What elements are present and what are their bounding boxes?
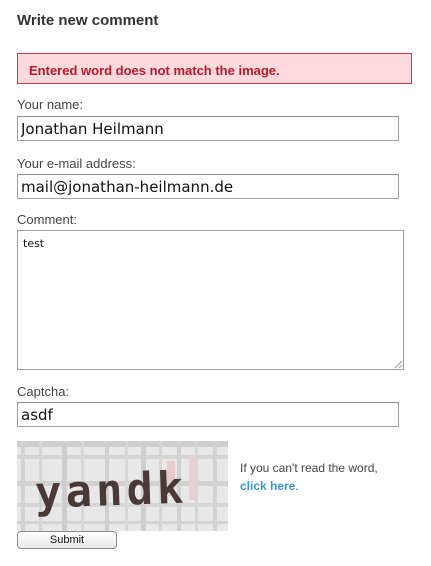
captcha-image: yandk xyxy=(17,441,228,531)
name-input[interactable] xyxy=(17,116,399,141)
captcha-input[interactable] xyxy=(17,402,399,427)
click-here-link[interactable]: click here xyxy=(240,479,295,493)
error-message: Entered word does not match the image. xyxy=(17,53,412,84)
name-label: Your name: xyxy=(17,97,84,112)
captcha-label: Captcha: xyxy=(17,384,70,399)
page-title: Write new comment xyxy=(17,12,159,29)
comment-label: Comment: xyxy=(17,212,77,227)
email-label: Your e-mail address: xyxy=(17,156,136,171)
captcha-word: yandk xyxy=(34,463,188,519)
submit-button[interactable]: Submit xyxy=(17,531,117,549)
email-input[interactable] xyxy=(17,174,399,199)
resize-grip-icon[interactable] xyxy=(394,360,403,369)
comment-textarea[interactable]: test xyxy=(17,230,404,370)
captcha-help-text: If you can't read the word, click here. xyxy=(240,461,378,493)
